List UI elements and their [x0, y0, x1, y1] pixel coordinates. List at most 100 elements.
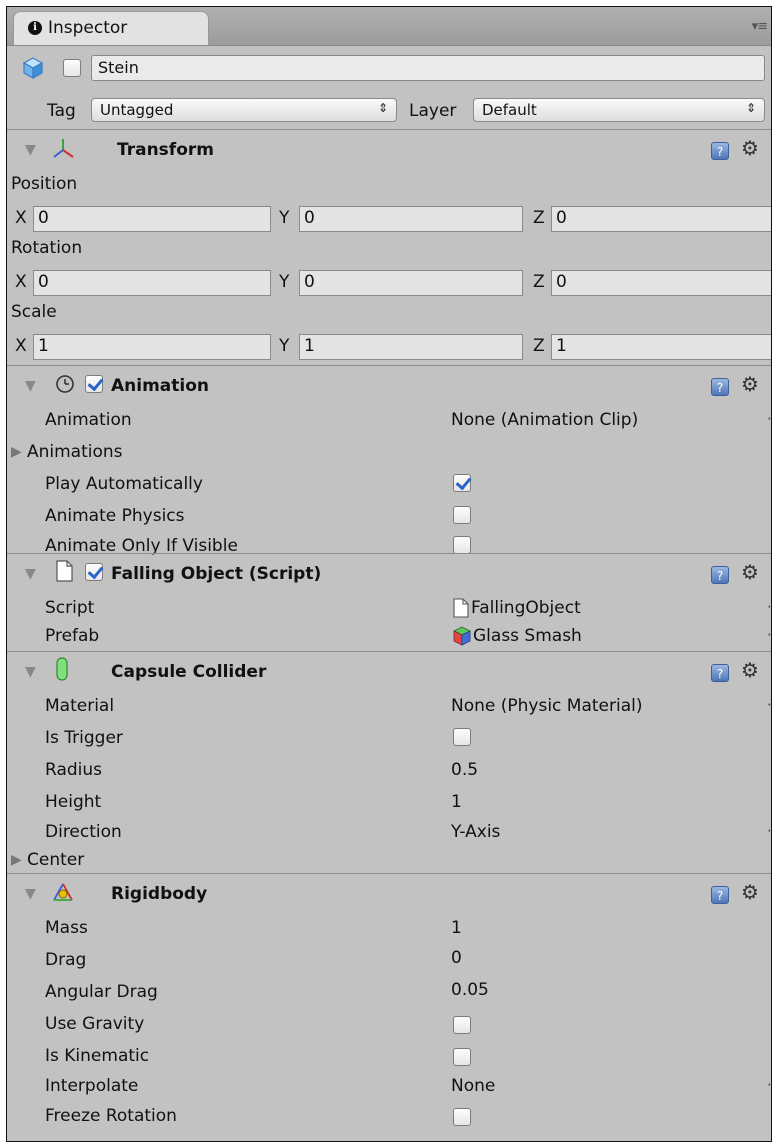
is-kinematic-label: Is Kinematic — [45, 1046, 150, 1066]
is-trigger-label: Is Trigger — [45, 728, 123, 748]
field-edge-icon: · — [767, 410, 772, 428]
gear-icon[interactable]: ⚙ — [741, 880, 759, 904]
play-automatically-label: Play Automatically — [45, 474, 203, 494]
script-file-icon — [56, 560, 73, 582]
position-y-field[interactable]: 0 — [299, 206, 523, 232]
play-automatically-checkbox[interactable] — [453, 474, 471, 492]
component-title: Animation — [111, 376, 210, 396]
foldout-triangle-icon[interactable]: ▼ — [25, 378, 36, 394]
mass-field[interactable]: 1 — [451, 918, 462, 938]
tag-label: Tag — [47, 101, 76, 121]
prefab-field[interactable]: Glass Smash — [473, 626, 582, 646]
axis-y-label: Y — [279, 208, 290, 228]
foldout-triangle-icon[interactable]: ▼ — [25, 142, 36, 158]
gear-icon[interactable]: ⚙ — [741, 372, 759, 396]
gear-icon[interactable]: ⚙ — [741, 560, 759, 584]
position-x-field[interactable]: 0 — [33, 206, 271, 232]
radius-label: Radius — [45, 760, 103, 780]
scale-y-field[interactable]: 1 — [299, 334, 523, 360]
dropdown-arrows-icon: ⇕ — [745, 101, 756, 115]
component-title: Capsule Collider — [111, 662, 267, 682]
foldout-triangle-icon[interactable]: ▼ — [25, 664, 36, 680]
position-label: Position — [11, 174, 78, 194]
object-name-field[interactable]: Stein — [91, 55, 765, 81]
scale-x-field[interactable]: 1 — [33, 334, 271, 360]
prefab-cube-icon — [453, 626, 471, 646]
freeze-rotation-checkbox[interactable] — [453, 1108, 471, 1126]
transform-axes-icon — [53, 139, 74, 158]
field-edge-icon: · — [767, 822, 772, 840]
transform-component: ▼ Transform ? ⚙ Position X 0 Y 0 Z 0 Rot… — [7, 129, 771, 366]
scale-z-field[interactable]: 1 — [551, 334, 771, 360]
animations-label[interactable]: Animations — [27, 442, 123, 462]
foldout-triangle-icon[interactable]: ▼ — [25, 886, 36, 902]
animations-foldout-icon[interactable]: ▶ — [11, 444, 22, 460]
panel-menu-icon[interactable]: ▾≡ — [752, 19, 768, 34]
component-title: Transform — [117, 140, 214, 160]
interpolate-dropdown[interactable]: None — [451, 1076, 495, 1096]
angular-drag-field[interactable]: 0.05 — [451, 980, 489, 1000]
animate-only-visible-checkbox[interactable] — [453, 536, 471, 554]
layer-label: Layer — [409, 101, 457, 121]
height-field[interactable]: 1 — [451, 792, 462, 812]
rotation-label: Rotation — [11, 238, 83, 258]
scale-label: Scale — [11, 302, 57, 322]
help-icon[interactable]: ? — [711, 886, 729, 904]
animation-component: ▼ Animation ? ⚙ Animation None (Animatio… — [7, 365, 772, 556]
use-gravity-checkbox[interactable] — [453, 1016, 471, 1034]
rotation-y-field[interactable]: 0 — [299, 270, 523, 296]
animate-physics-checkbox[interactable] — [453, 506, 471, 524]
center-foldout-icon[interactable]: ▶ — [11, 852, 22, 868]
axis-y-label: Y — [279, 336, 290, 356]
gear-icon[interactable]: ⚙ — [741, 658, 759, 682]
mass-label: Mass — [45, 918, 88, 938]
rigidbody-icon — [53, 883, 73, 901]
prefab-label: Prefab — [45, 626, 100, 646]
script-field[interactable]: FallingObject — [471, 598, 581, 618]
animation-clip-field[interactable]: None (Animation Clip) — [451, 410, 638, 430]
axis-x-label: X — [15, 208, 27, 228]
capsule-collider-component: ▼ Capsule Collider ? ⚙ Material None (Ph… — [7, 651, 771, 874]
is-kinematic-checkbox[interactable] — [453, 1048, 471, 1066]
active-checkbox[interactable] — [63, 59, 81, 77]
interpolate-label: Interpolate — [45, 1076, 139, 1096]
gameobject-cube-icon — [23, 57, 43, 79]
material-field[interactable]: None (Physic Material) — [451, 696, 643, 716]
tag-dropdown[interactable]: Untagged ⇕ — [91, 98, 397, 122]
help-icon[interactable]: ? — [711, 566, 729, 584]
script-enabled-checkbox[interactable] — [85, 563, 103, 581]
animation-enabled-checkbox[interactable] — [85, 375, 103, 393]
script-label: Script — [45, 598, 95, 618]
script-file-icon — [453, 598, 469, 618]
axis-z-label: Z — [533, 208, 545, 228]
rotation-z-field[interactable]: 0 — [551, 270, 771, 296]
center-label[interactable]: Center — [27, 850, 84, 870]
help-icon[interactable]: ? — [711, 142, 729, 160]
axis-x-label: X — [15, 336, 27, 356]
field-edge-icon: · — [767, 696, 772, 714]
position-z-field[interactable]: 0 — [551, 206, 771, 232]
direction-dropdown[interactable]: Y-Axis — [451, 822, 500, 842]
height-label: Height — [45, 792, 102, 812]
foldout-triangle-icon[interactable]: ▼ — [25, 566, 36, 582]
field-edge-icon: · — [767, 598, 772, 616]
help-icon[interactable]: ? — [711, 664, 729, 682]
layer-value: Default — [482, 101, 537, 119]
field-edge-icon: · — [767, 626, 772, 644]
gear-icon[interactable]: ⚙ — [741, 136, 759, 160]
tab-inspector[interactable]: i Inspector — [13, 11, 209, 45]
tag-value: Untagged — [100, 101, 174, 119]
inspector-panel: i Inspector ▾≡ Stein Tag Untagged ⇕ Laye… — [6, 6, 772, 1142]
component-title: Rigidbody — [111, 884, 208, 904]
tab-strip: i Inspector ▾≡ — [7, 7, 771, 46]
rotation-x-field[interactable]: 0 — [33, 270, 271, 296]
help-icon[interactable]: ? — [711, 378, 729, 396]
angular-drag-label: Angular Drag — [45, 982, 158, 1002]
drag-label: Drag — [45, 950, 87, 970]
layer-dropdown[interactable]: Default ⇕ — [473, 98, 765, 122]
radius-field[interactable]: 0.5 — [451, 760, 478, 780]
rigidbody-component: ▼ Rigidbody ? ⚙ Mass 1 Drag 0 Angular Dr… — [7, 873, 771, 1141]
drag-field[interactable]: 0 — [451, 948, 462, 968]
axis-z-label: Z — [533, 336, 545, 356]
is-trigger-checkbox[interactable] — [453, 728, 471, 746]
